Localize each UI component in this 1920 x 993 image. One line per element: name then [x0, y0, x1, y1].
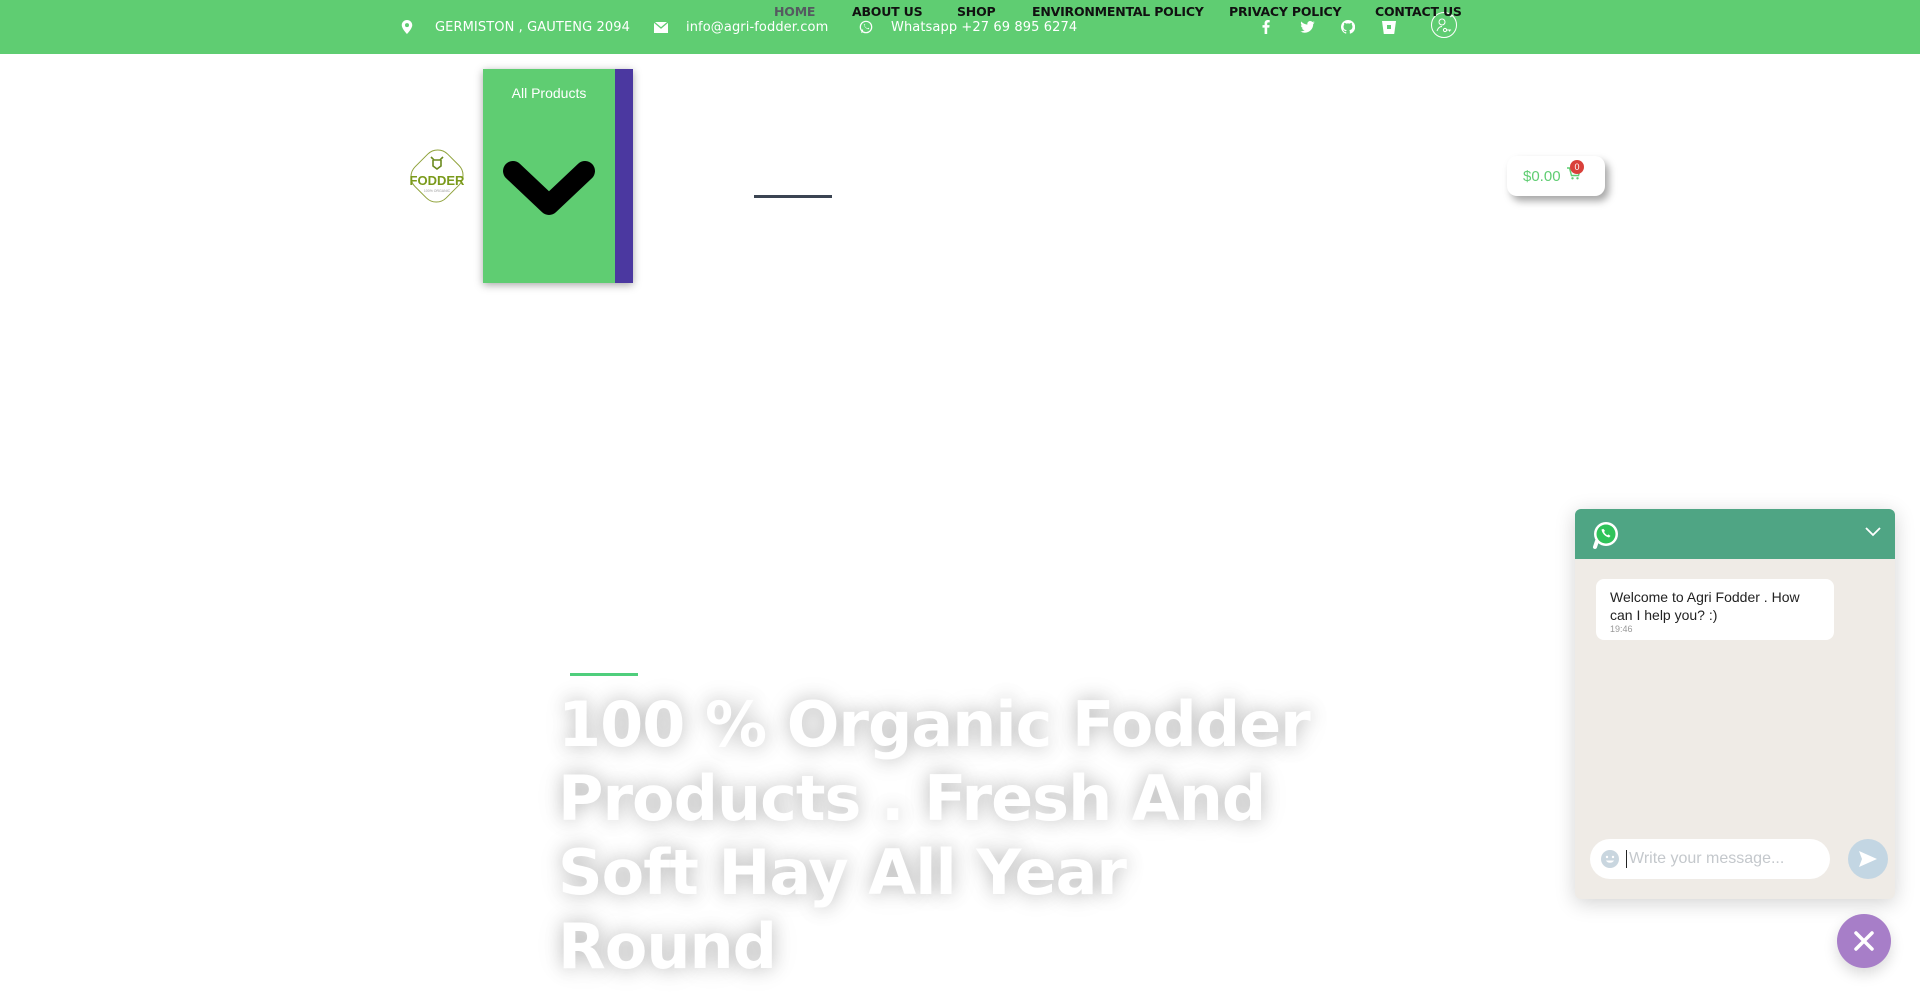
site-logo[interactable]: FODDER 100% ORGANIC	[405, 143, 469, 209]
chat-message-time: 19:46	[1610, 624, 1633, 634]
nav-shop[interactable]: SHOP	[957, 0, 996, 36]
emoji-icon[interactable]	[1600, 849, 1620, 869]
close-chat-button[interactable]	[1837, 914, 1891, 968]
hero-title: 100 % Organic Fodder Products . Fresh An…	[558, 688, 1311, 983]
hero-accent-line	[570, 673, 638, 676]
cart-amount: $0.00	[1523, 167, 1561, 185]
chat-message-bubble: Welcome to Agri Fodder . How can I help …	[1596, 579, 1834, 640]
whatsapp-icon	[1591, 520, 1621, 555]
cart-count-badge: 0	[1570, 160, 1584, 174]
nav-about-us[interactable]: ABOUT US	[852, 0, 923, 36]
nav-home[interactable]: HOME	[774, 0, 815, 36]
nav-contact-us[interactable]: CONTACT US	[1375, 0, 1462, 36]
nav-active-underline	[754, 195, 832, 198]
address-item: GERMISTON , GAUTENG 2094	[401, 0, 630, 54]
envelope-icon	[654, 21, 668, 33]
address-text: GERMISTON , GAUTENG 2094	[435, 19, 630, 35]
chat-input-container[interactable]	[1590, 839, 1830, 879]
map-pin-icon	[401, 20, 413, 34]
send-button[interactable]	[1848, 839, 1888, 879]
whatsapp-chat-header	[1575, 509, 1895, 559]
minimize-chevron-icon[interactable]	[1865, 524, 1881, 542]
all-products-label: All Products	[511, 85, 587, 101]
dropdown-accent-bar	[615, 69, 633, 283]
chat-message-input[interactable]	[1626, 850, 1816, 868]
nav-privacy-policy[interactable]: PRIVACY POLICY	[1229, 0, 1342, 36]
chat-message-text: Welcome to Agri Fodder . How can I help …	[1610, 589, 1800, 623]
logo-tagline: 100% ORGANIC	[424, 189, 451, 193]
send-icon	[1859, 851, 1877, 867]
logo-wordmark: FODDER	[410, 173, 466, 188]
nav-environmental-policy[interactable]: ENVIRONMENTAL POLICY	[1032, 0, 1204, 36]
chevron-down-icon[interactable]	[501, 157, 597, 228]
whatsapp-chat-widget: Welcome to Agri Fodder . How can I help …	[1575, 509, 1895, 899]
all-products-dropdown[interactable]: All Products	[483, 69, 633, 283]
close-icon	[1854, 931, 1874, 951]
cart-button[interactable]: $0.00 0	[1507, 156, 1605, 196]
